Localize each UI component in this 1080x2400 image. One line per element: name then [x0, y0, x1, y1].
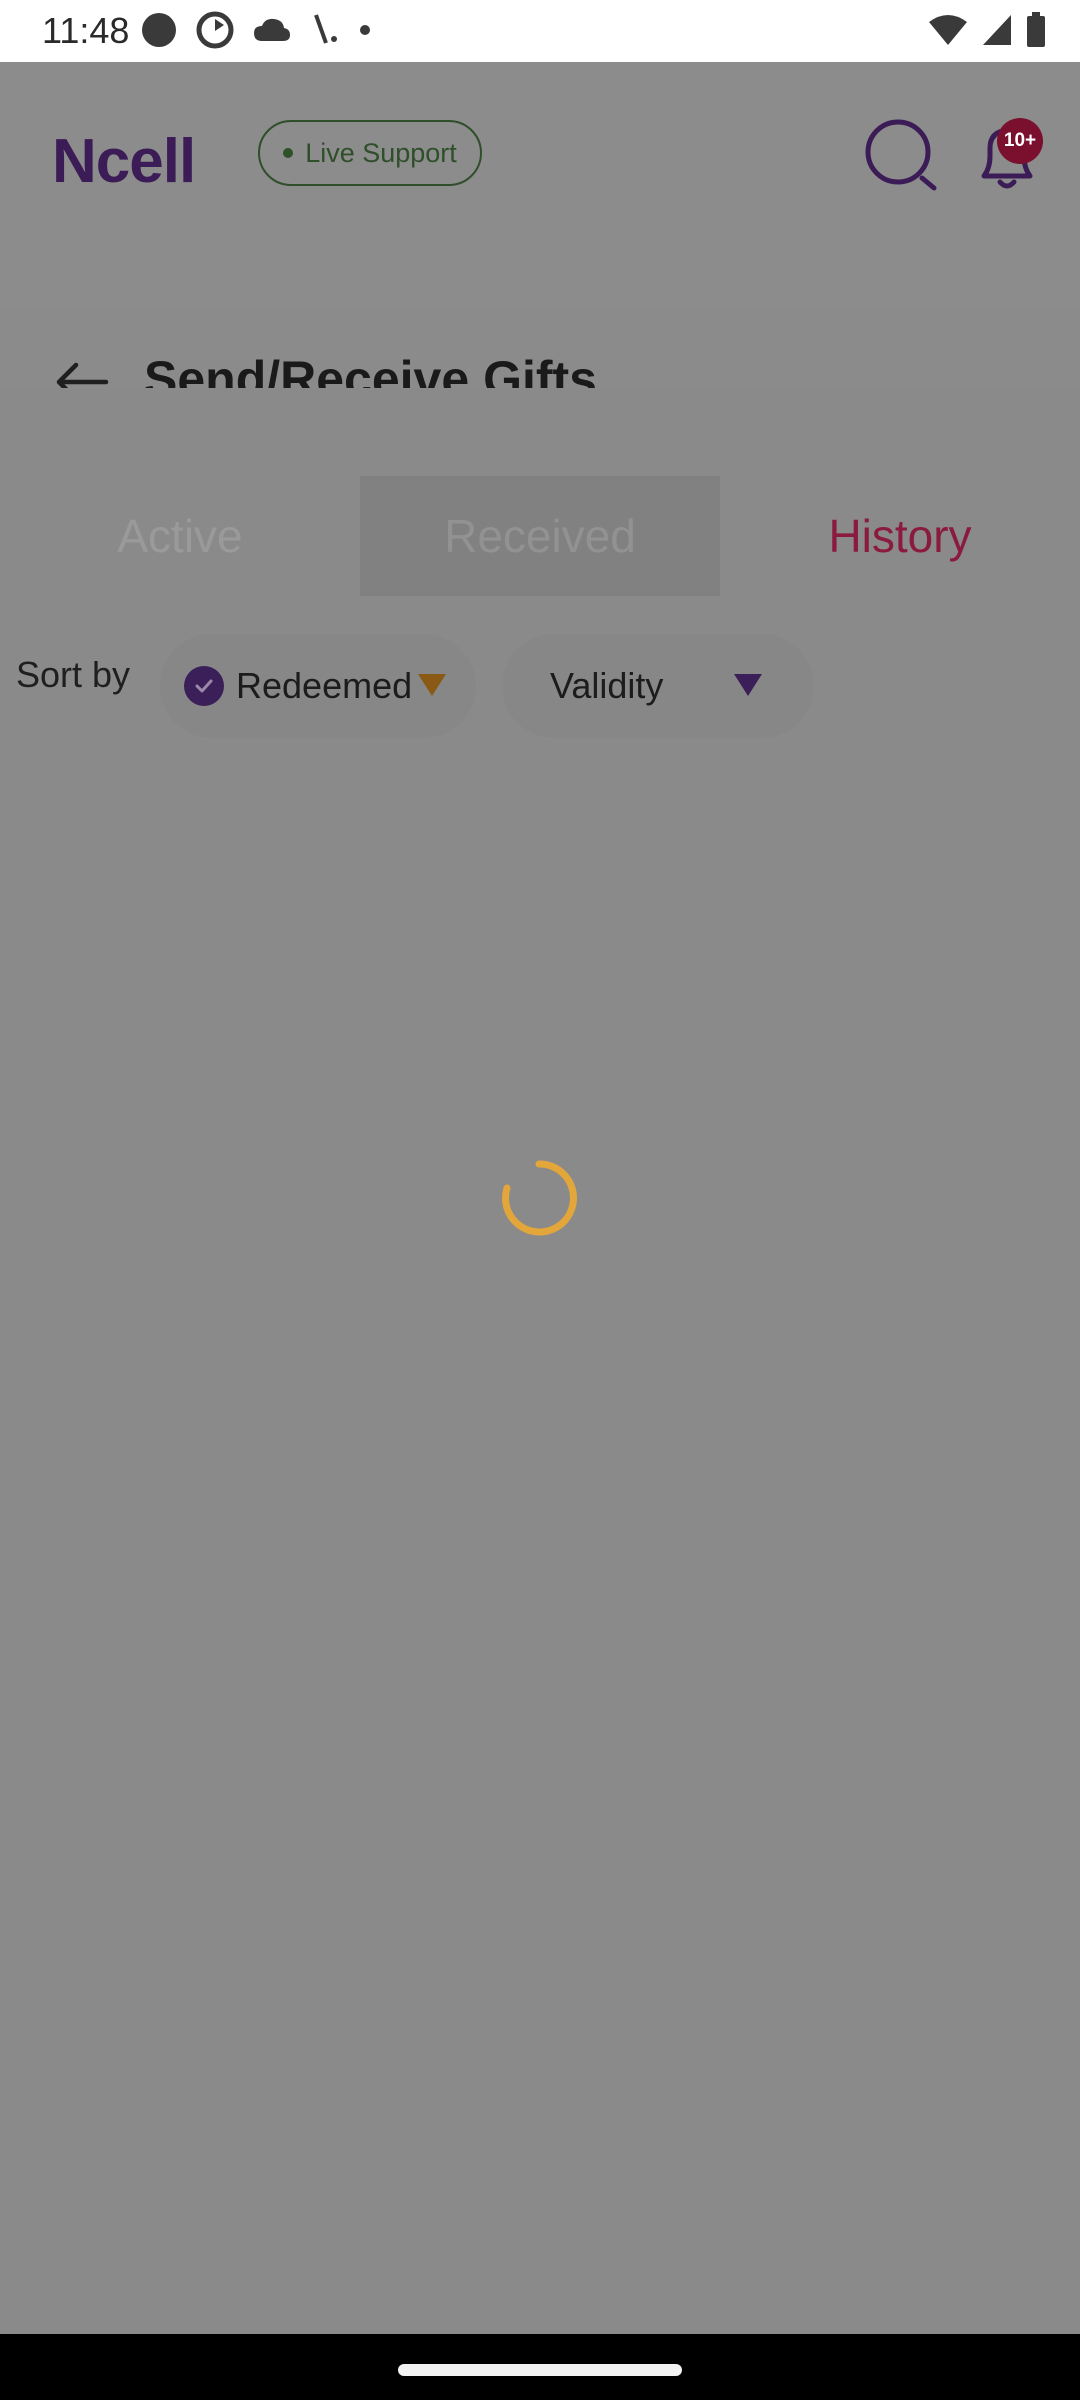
notification-badge: 10+ [997, 118, 1043, 164]
status-icons-left [140, 11, 372, 54]
sort-label: Sort by [16, 654, 131, 695]
brand-logo[interactable]: Ncell [52, 126, 196, 197]
caret-down-icon [418, 674, 446, 696]
app-header: Ncell Live Support 10+ Send/Receive Gift… [0, 62, 1080, 407]
tab-received[interactable]: Received [360, 476, 720, 596]
search-icon [864, 119, 940, 198]
cell-signal-icon [982, 14, 1012, 51]
circle-icon [140, 11, 178, 54]
status-icons-right [928, 11, 1046, 53]
wifi-icon [928, 14, 968, 51]
check-circle-icon [184, 666, 224, 706]
battery-icon [1026, 11, 1046, 53]
sync-icon [196, 11, 234, 54]
bell-icon [970, 127, 1044, 200]
loading-spinner-icon [499, 1158, 579, 1238]
live-support-label: Live Support [305, 137, 457, 168]
dot-icon [358, 23, 372, 42]
live-status-dot [283, 148, 294, 158]
live-support-button[interactable]: Live Support [258, 120, 482, 186]
status-time: 11:48 [42, 10, 130, 51]
redeemed-chip-label: Redeemed [236, 665, 413, 706]
gift-tabs: Active Received History [0, 476, 1080, 600]
tab-active[interactable]: Active [0, 476, 360, 596]
validity-chip-label: Validity [550, 665, 664, 706]
home-gesture-handle[interactable] [398, 2364, 682, 2376]
caret-down-icon [734, 674, 762, 696]
validity-filter-chip[interactable]: Validity [502, 634, 814, 738]
content-area: Active Received History Sort by Redeemed… [0, 388, 1080, 2334]
signal-slash-icon [310, 13, 340, 52]
navigation-bar [0, 2334, 1080, 2400]
redeemed-filter-chip[interactable]: Redeemed [160, 634, 476, 738]
status-bar: 11:48 [0, 0, 1080, 62]
search-button[interactable] [864, 118, 940, 194]
cloud-icon [252, 15, 292, 50]
sort-row: Sort by Redeemed Validity [0, 634, 1080, 744]
tab-history[interactable]: History [720, 476, 1080, 596]
